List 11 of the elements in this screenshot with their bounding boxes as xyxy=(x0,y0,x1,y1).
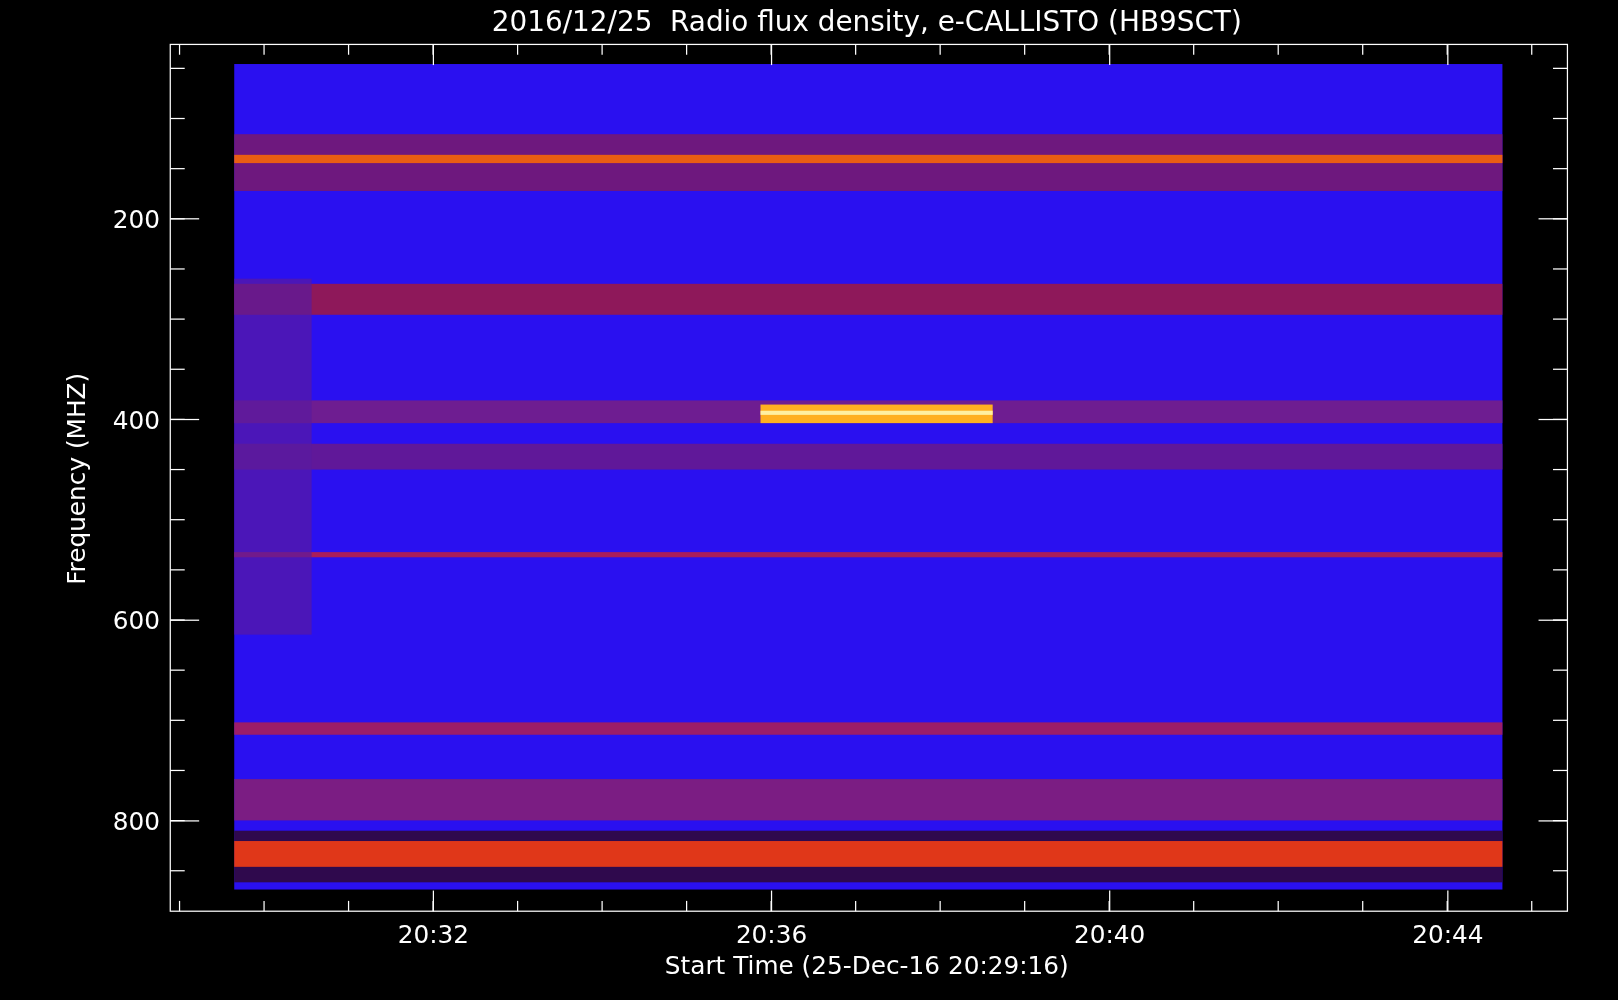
x-tick-label: 20:44 xyxy=(1412,920,1484,950)
x-axis-label: Start Time (25-Dec-16 20:29:16) xyxy=(664,951,1069,981)
x-tick-label: 20:32 xyxy=(397,920,470,950)
y-tick-label: 400 xyxy=(112,405,160,435)
chart-title: 2016/12/25 Radio flux density, e-CALLISTO (HB9SCT) xyxy=(491,5,1242,38)
y-tick-label: 200 xyxy=(112,205,160,235)
y-tick-label: 600 xyxy=(112,606,160,636)
y-axis-label: Frequency (MHZ) xyxy=(61,372,91,585)
y-tick-label: 800 xyxy=(112,807,160,837)
x-tick-label: 20:40 xyxy=(1074,920,1146,950)
x-tick-label: 20:36 xyxy=(735,920,808,950)
